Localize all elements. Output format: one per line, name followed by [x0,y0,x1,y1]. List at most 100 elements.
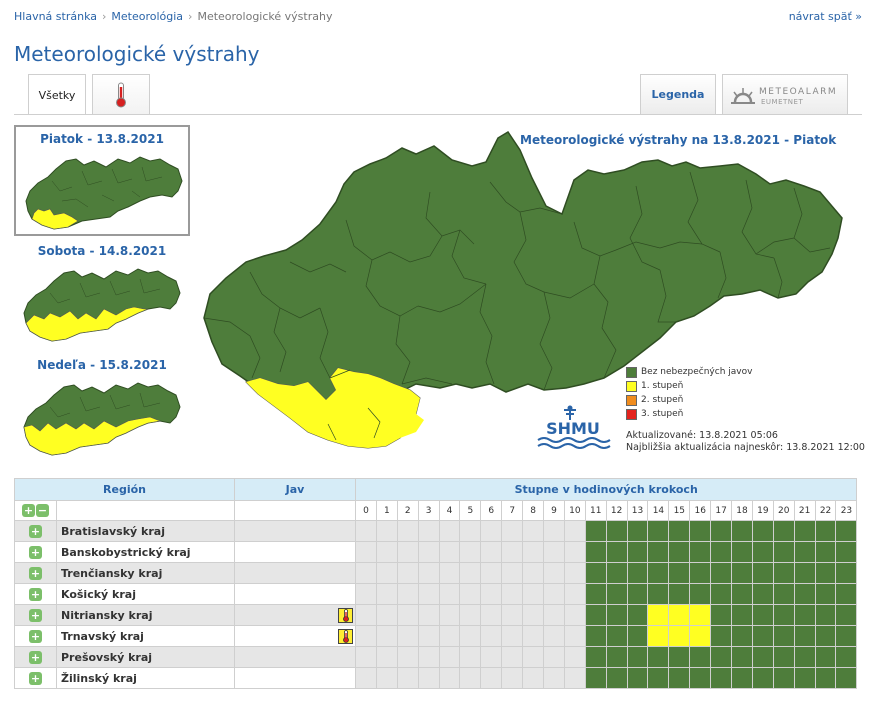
hour-cell [584,667,607,689]
expand-row-icon[interactable]: + [29,629,42,643]
hour-cell [501,667,524,689]
hour-cell [438,541,461,563]
hour-cell [563,604,586,626]
collapse-all-icon[interactable]: − [36,504,49,517]
hour-cell [563,583,586,605]
tab-temperature[interactable] [92,74,150,115]
day-map-friday[interactable]: Piatok - 13.8.2021 [14,125,190,236]
region-name[interactable]: Prešovský kraj [56,646,235,668]
hour-cell [689,667,712,689]
tab-legend[interactable]: Legenda [640,74,716,114]
expand-row-icon[interactable]: + [29,587,42,601]
hour-cell [605,646,628,668]
phenomenon-cell [234,646,356,668]
hour-cell [438,646,461,668]
hour-cell [689,541,712,563]
thermometer-icon[interactable] [338,629,353,644]
table-row: + Trenčiansky kraj [14,562,858,584]
hour-cell [501,520,524,542]
hour-cell [522,604,545,626]
hour-cell [501,625,524,647]
expand-row-icon[interactable]: + [29,650,42,664]
hour-cell [710,625,733,647]
legend-item: 1. stupeň [626,379,752,393]
hour-cell [731,520,753,542]
breadcrumb-home[interactable]: Hlavná stránka [14,10,97,23]
hour-cell [689,604,712,626]
hour-cell [501,604,524,626]
warnings-table: Región Jav Stupne v hodinových krokoch +… [14,478,858,689]
hour-cell [710,562,733,584]
region-name[interactable]: Košický kraj [56,583,235,605]
hour-cell [543,604,565,626]
legend-item: Bez nebezpečných javov [626,365,752,379]
hour-cell [459,604,482,626]
hour-cell [584,625,607,647]
day-map-sunday[interactable]: Nedeľa - 15.8.2021 [14,353,190,464]
legend-swatch-orange [626,394,637,406]
hour-cell [814,520,837,542]
hour-cell [710,541,733,563]
hour-cell [459,625,482,647]
hour-cell [710,583,733,605]
hour-label: 8 [522,500,545,521]
hour-cell [355,667,377,689]
hour-cell [772,646,795,668]
hour-cell [396,583,419,605]
tab-all[interactable]: Všetky [28,74,86,115]
region-name[interactable]: Trnavský kraj [56,625,235,647]
thermometer-icon [116,82,126,108]
hour-cell [710,646,733,668]
hour-cell [459,541,482,563]
hour-cell [459,646,482,668]
hour-cell [417,562,440,584]
hour-label: 11 [584,500,607,521]
hour-cell [605,667,628,689]
region-name[interactable]: Žilinský kraj [56,667,235,689]
hour-cell [375,541,398,563]
region-name[interactable]: Banskobystrický kraj [56,541,235,563]
day-map-saturday[interactable]: Sobota - 14.8.2021 [14,239,190,350]
hour-label: 21 [793,500,816,521]
hour-cell [605,520,628,542]
hour-cell [626,667,649,689]
hour-cell [417,520,440,542]
region-name[interactable]: Trenčiansky kraj [56,562,235,584]
thermometer-icon[interactable] [338,608,353,623]
slovakia-mini-map [25,156,183,230]
hour-cell [772,667,795,689]
hour-cell [668,667,691,689]
hour-cell [563,520,586,542]
expand-all-icon[interactable]: + [22,504,35,517]
hour-cell [772,604,795,626]
expand-row-icon[interactable]: + [29,671,42,685]
hour-label: 23 [835,500,858,521]
hour-cell [835,667,858,689]
region-name[interactable]: Bratislavský kraj [56,520,235,542]
hour-cell [626,520,649,542]
hour-cell [731,541,753,563]
hour-cell [668,646,691,668]
hour-cell [480,562,503,584]
hour-cell [814,646,837,668]
breadcrumb-meteorology[interactable]: Meteorológia [111,10,183,23]
table-row: + Košický kraj [14,583,858,605]
hour-cell [647,562,670,584]
hour-cell [543,625,565,647]
breadcrumb-separator: › [188,10,193,23]
expand-row-icon[interactable]: + [29,608,42,622]
expand-row-icon[interactable]: + [29,524,42,538]
expand-row-icon[interactable]: + [29,566,42,580]
hour-cell [438,520,461,542]
table-row: + Prešovský kraj [14,646,858,668]
phenomenon-cell [234,604,356,626]
back-link[interactable]: návrat späť » [789,10,862,23]
hour-cell [689,583,712,605]
hour-cell [480,541,503,563]
meteoalarm-link[interactable]: METEOALARM EUMETNET [722,74,848,114]
hour-cell [731,604,753,626]
expand-row-icon[interactable]: + [29,545,42,559]
region-name[interactable]: Nitriansky kraj [56,604,235,626]
hour-label: 9 [543,500,565,521]
hour-cell [751,604,774,626]
